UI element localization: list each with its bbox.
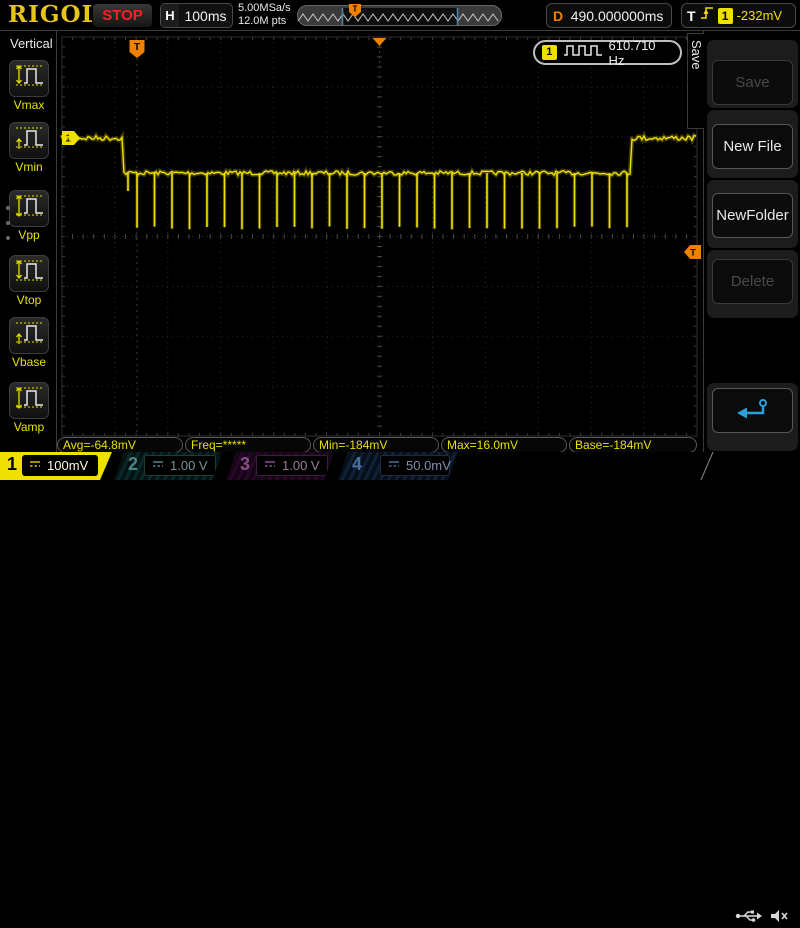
delete-button[interactable]: Delete [712, 259, 793, 304]
vmax-icon [12, 62, 46, 95]
menu-item-label: Vtop [9, 293, 49, 307]
run-stop-status-button[interactable]: STOP [92, 3, 153, 28]
channel-scale-box: 1.00 V [144, 455, 216, 476]
graticule-and-trace: T T 1 [57, 31, 703, 452]
measurement-avg: Avg=-64.8mV [57, 437, 183, 453]
trigger-level-value: -232mV [737, 8, 783, 23]
svg-text:T: T [353, 5, 358, 14]
frequency-counter: 1 610.710 Hz [533, 40, 682, 65]
menu-page-dot [6, 236, 10, 240]
menu-page-dot [6, 221, 10, 225]
menu-item-vpp[interactable]: Vpp [9, 190, 49, 242]
measurement-base: Base=-184mV [569, 437, 697, 453]
measurement-freq: Freq=***** [185, 437, 311, 453]
menu-item-vbase[interactable]: Vbase [9, 317, 49, 369]
vamp-icon [12, 384, 46, 417]
measurement-min: Min=-184mV [313, 437, 439, 453]
vtop-icon [12, 257, 46, 290]
vbase-icon [12, 319, 46, 352]
rising-edge-icon [700, 4, 714, 27]
timebase-label: H [161, 4, 179, 27]
svg-text:T: T [134, 42, 140, 53]
square-wave-icon [562, 42, 604, 63]
channel-scale-box: 100mV [22, 455, 98, 476]
channel-2-status[interactable]: 2 1.00 V [114, 452, 222, 480]
acquisition-info: 5.00MSa/s 12.0M pts [238, 2, 291, 28]
menu-item-label: Vmin [9, 160, 49, 174]
sample-rate: 5.00MSa/s [238, 2, 291, 15]
top-status-bar: RIGOL STOP H 100ms 5.00MSa/s 12.0M pts T… [0, 0, 800, 31]
menu-title: Vertical [10, 36, 53, 51]
menu-item-vmax[interactable]: Vmax [9, 60, 49, 112]
channel-number: 4 [352, 454, 362, 475]
menu-page-dot [6, 206, 10, 210]
save-menu-panel: Save Save New File NewFolder Delete [703, 31, 800, 452]
status-divider [693, 452, 715, 480]
channel-1-status[interactable]: 1 100mV [0, 452, 112, 480]
waveform-display-area: T T 1 1 610.710 Hz [57, 31, 703, 452]
channel-number: 2 [128, 454, 138, 475]
menu-item-vtop[interactable]: Vtop [9, 255, 49, 307]
menu-item-vmin[interactable]: Vmin [9, 122, 49, 174]
channel-scale: 50.0mV [406, 458, 451, 473]
channel-scale-box: 50.0mV [380, 455, 450, 476]
dc-coupling-icon [151, 458, 165, 473]
trigger-label: T [687, 8, 696, 24]
memory-zigzag-icon: T [298, 6, 503, 30]
delay-position-box[interactable]: D 490.000000ms [546, 3, 672, 28]
vpp-icon [12, 192, 46, 225]
memory-depth: 12.0M pts [238, 15, 291, 28]
menu-item-label: Vamp [9, 420, 49, 434]
channel-number: 3 [240, 454, 250, 475]
return-button[interactable] [712, 388, 793, 433]
counter-value: 610.710 Hz [609, 38, 673, 68]
save-button[interactable]: Save [712, 60, 793, 105]
return-arrow-icon [732, 395, 774, 427]
menu-item-vamp[interactable]: Vamp [9, 382, 49, 434]
horizontal-timebase-box[interactable]: H 100ms [160, 3, 233, 28]
dc-coupling-icon [263, 458, 277, 473]
speaker-muted-icon [770, 909, 790, 928]
menu-item-label: Vpp [9, 228, 49, 242]
channel-3-status[interactable]: 3 1.00 V [226, 452, 334, 480]
vmin-icon [12, 124, 46, 157]
measurement-max: Max=16.0mV [441, 437, 567, 453]
channel-scale: 1.00 V [170, 458, 208, 473]
dc-coupling-icon [28, 458, 42, 473]
waveform-memory-preview[interactable]: T [297, 5, 502, 26]
channel-status-bar: 1 100mV 2 1.00 V 3 1.00 V 4 50.0mV [0, 452, 800, 480]
delay-value: 490.000000ms [569, 8, 665, 24]
menu-item-label: Vbase [9, 355, 49, 369]
trigger-status-box[interactable]: T 1 -232mV [681, 3, 796, 28]
svg-text:T: T [690, 248, 696, 258]
delay-label: D [553, 8, 563, 24]
brand-logo: RIGOL [8, 1, 99, 28]
menu-item-label: Vmax [9, 98, 49, 112]
new-file-button[interactable]: New File [712, 124, 793, 169]
usb-icon [735, 909, 763, 928]
channel-4-status[interactable]: 4 50.0mV [338, 452, 458, 480]
timebase-value: 100ms [179, 8, 232, 24]
channel-number: 1 [7, 454, 17, 475]
channel-scale-box: 1.00 V [256, 455, 328, 476]
trigger-source-chip: 1 [718, 8, 733, 24]
menu-tab: Save [687, 33, 704, 129]
menu-tab-label: Save [689, 40, 704, 70]
counter-source-chip: 1 [542, 45, 557, 60]
channel-scale: 1.00 V [282, 458, 320, 473]
dc-coupling-icon [387, 458, 401, 473]
measure-menu-panel: Vertical Vmax Vmin Vpp Vtop Vbase Vamp [0, 31, 57, 452]
new-folder-button[interactable]: NewFolder [712, 193, 793, 238]
channel-scale: 100mV [47, 458, 88, 473]
